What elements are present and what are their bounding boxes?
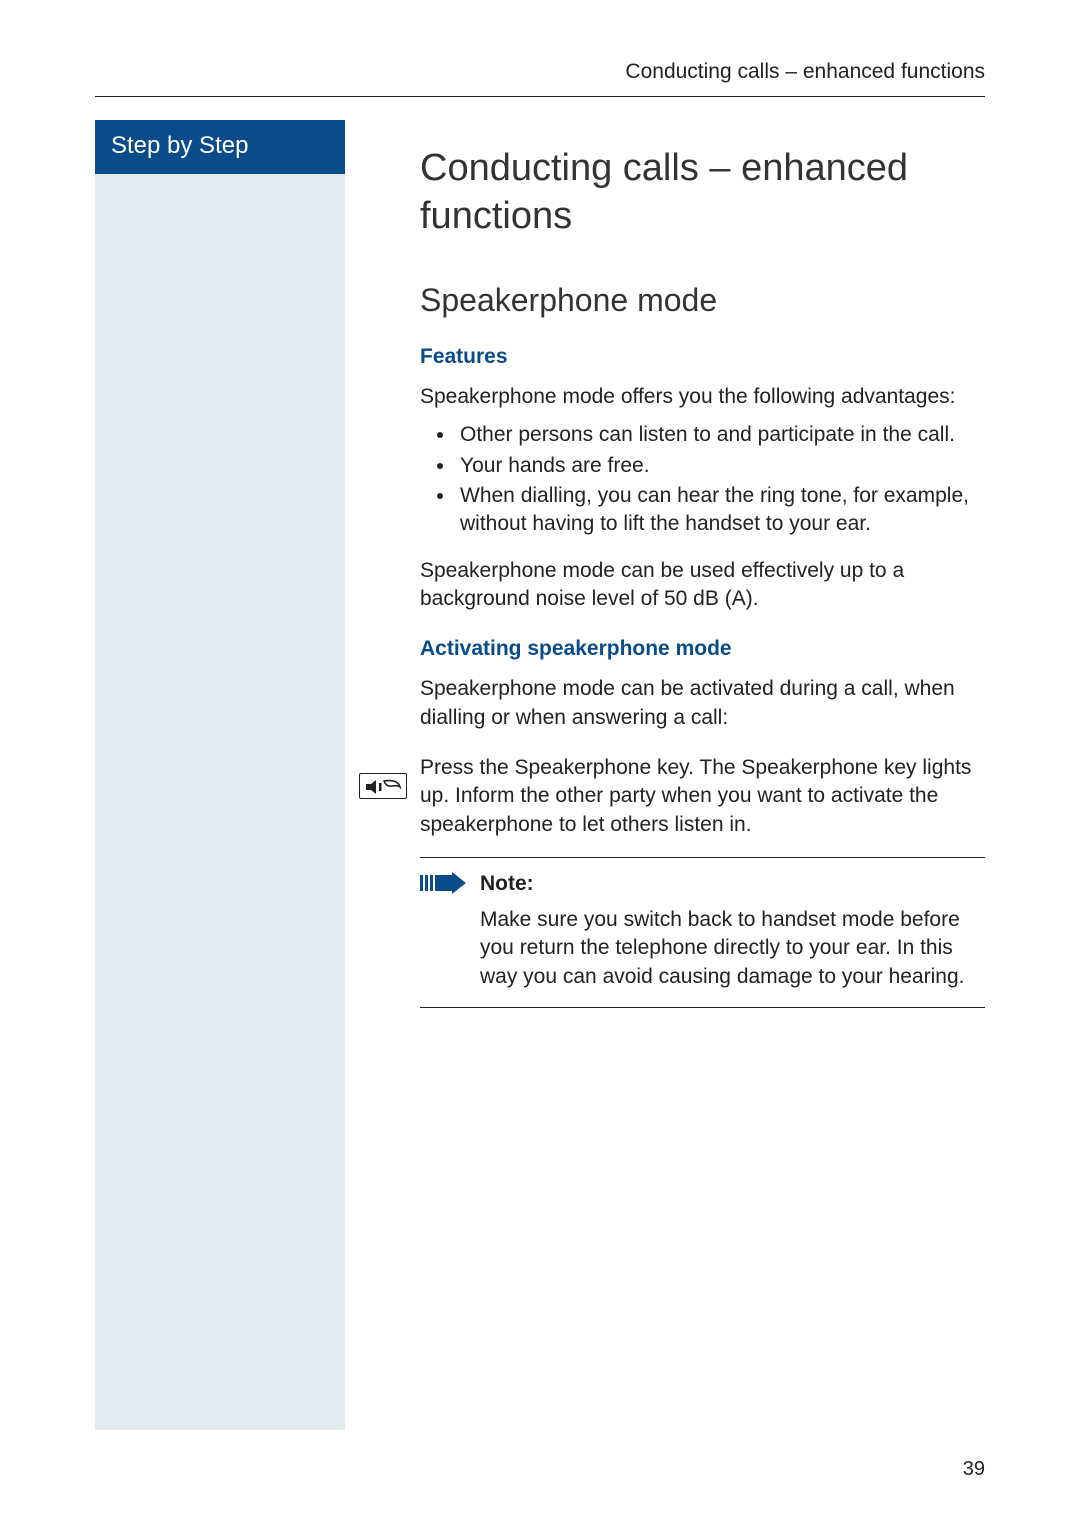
- document-page: Conducting calls – enhanced functions St…: [0, 0, 1080, 1529]
- note-body: Make sure you switch back to handset mod…: [480, 906, 985, 991]
- note-arrow-icon: [420, 872, 466, 894]
- list-item: When dialling, you can hear the ring ton…: [456, 482, 985, 539]
- activating-step: Press the Speakerphone key. The Speakerp…: [420, 754, 985, 839]
- list-item: Your hands are free.: [456, 452, 985, 480]
- note-label: Note:: [480, 872, 534, 896]
- step-sidebar: Step by Step: [95, 120, 345, 1430]
- activating-intro: Speakerphone mode can be activated durin…: [420, 675, 985, 732]
- section-subtitle: Speakerphone mode: [420, 282, 985, 319]
- note-block: Note: Make sure you switch back to hands…: [420, 857, 985, 1008]
- features-intro: Speakerphone mode offers you the followi…: [420, 383, 985, 411]
- features-heading: Features: [420, 345, 985, 369]
- running-header: Conducting calls – enhanced functions: [625, 60, 985, 84]
- sidebar-title: Step by Step: [95, 120, 345, 174]
- speakerphone-key-icon: [355, 773, 410, 799]
- noise-paragraph: Speakerphone mode can be used effectivel…: [420, 557, 985, 614]
- list-item: Other persons can listen to and particip…: [456, 421, 985, 449]
- page-number: 39: [963, 1458, 985, 1481]
- main-content: Conducting calls – enhanced functions Sp…: [420, 145, 985, 1008]
- page-title: Conducting calls – enhanced functions: [420, 145, 985, 240]
- activating-heading: Activating speakerphone mode: [420, 637, 985, 661]
- features-bullet-list: Other persons can listen to and particip…: [420, 421, 985, 538]
- header-divider: [95, 96, 985, 97]
